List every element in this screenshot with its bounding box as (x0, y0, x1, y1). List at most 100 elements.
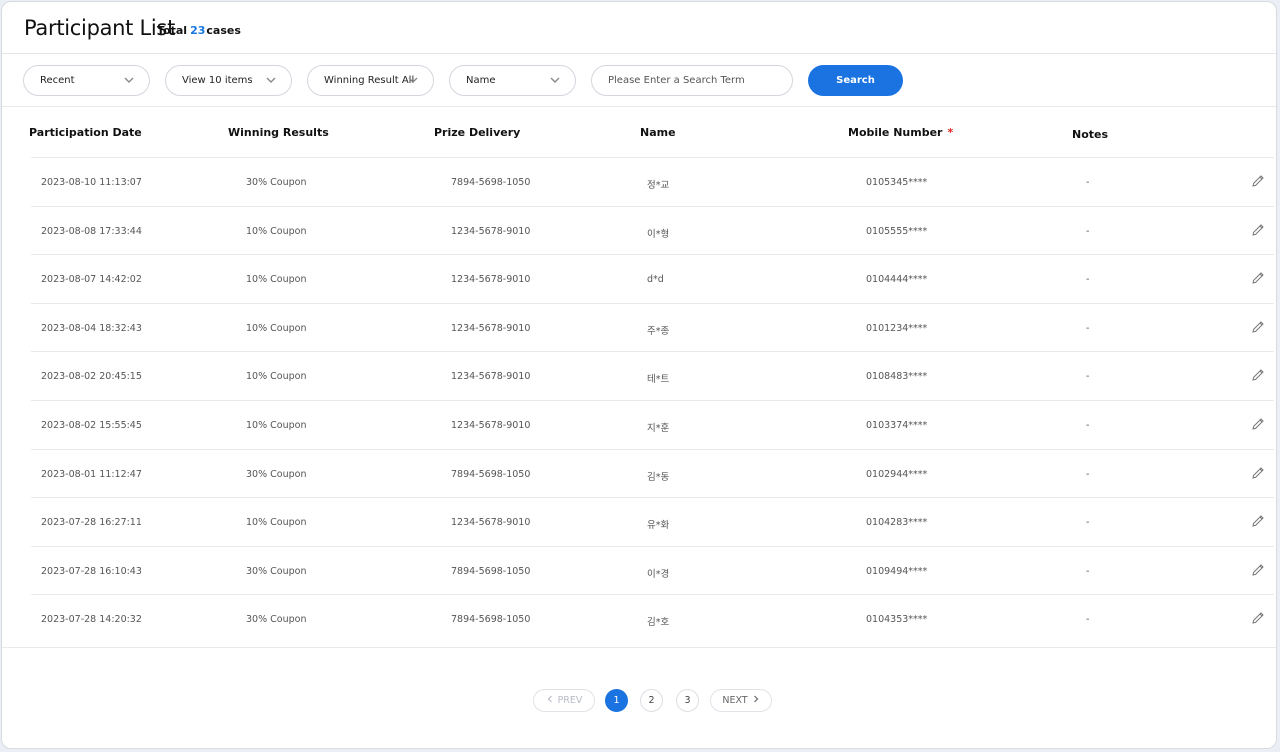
mobile-number-cell: 0104444**** (866, 274, 928, 286)
column-header-prize-delivery: Prize Delivery (434, 126, 521, 139)
prize-delivery-cell: 1234-5678-9010 (451, 274, 531, 286)
name-cell: 지*훈 (647, 423, 670, 434)
notes-cell: - (1086, 420, 1090, 431)
winning-result-dropdown[interactable]: Winning Result All (307, 65, 434, 96)
notes-cell: - (1086, 274, 1090, 286)
name-cell: 김*호 (647, 617, 670, 629)
chevron-down-icon (124, 77, 134, 83)
pencil-icon[interactable] (1250, 513, 1266, 529)
page-size-dropdown-label: View 10 items (182, 75, 253, 86)
prize-delivery-cell: 1234-5678-9010 (451, 225, 531, 237)
pencil-icon[interactable] (1250, 270, 1266, 286)
search-input[interactable] (591, 65, 793, 96)
column-header-participation-date: Participation Date (29, 126, 142, 139)
next-page-label: NEXT (722, 695, 748, 706)
pencil-icon[interactable] (1250, 222, 1266, 238)
name-cell: d*d (647, 274, 664, 286)
column-header-mobile-number: Mobile Number * (848, 126, 953, 139)
sort-dropdown[interactable]: Recent (23, 65, 150, 96)
pencil-icon[interactable] (1250, 367, 1266, 383)
prize-delivery-cell: 7894-5698-1050 (451, 177, 531, 188)
notes-cell: - (1086, 371, 1090, 383)
notes-cell: - (1086, 322, 1090, 334)
notes-cell: - (1086, 177, 1090, 188)
sort-dropdown-label: Recent (40, 75, 75, 86)
chevron-right-icon (753, 695, 758, 703)
winning-result-cell: 10% Coupon (246, 274, 307, 286)
table-row: 2023-08-01 11:12:47 30% Coupon 7894-5698-1… (31, 448, 1274, 497)
table-row: 2023-07-28 14:20:32 30% Coupon 7894-5698-1… (31, 594, 1274, 642)
search-field-dropdown-label: Name (466, 75, 496, 86)
table-bottom-divider (2, 647, 1276, 648)
table-row: 2023-08-07 14:42:02 10% Coupon 1234-5678-9… (31, 254, 1274, 302)
mobile-number-cell: 0105555**** (866, 225, 928, 237)
winning-result-cell: 10% Coupon (246, 517, 307, 529)
participation-date-cell: 2023-08-04 18:32:43 (41, 322, 142, 334)
winning-result-cell: 10% Coupon (246, 371, 307, 383)
total-prefix: Total (157, 24, 188, 37)
next-page-button[interactable]: NEXT (710, 689, 772, 712)
search-button[interactable]: Search (808, 65, 903, 96)
page-size-dropdown[interactable]: View 10 items (165, 65, 292, 96)
table-row: 2023-08-02 15:55:45 10% Coupon 1234-5678-9… (31, 400, 1274, 448)
participant-list-panel: Participant List Total 23cases Recent Vie… (1, 1, 1277, 749)
page-button-3[interactable]: 3 (676, 689, 699, 712)
participation-date-cell: 2023-07-28 16:27:11 (41, 517, 142, 529)
mobile-number-header-label: Mobile Number (848, 126, 943, 139)
prev-page-label: PREV (557, 695, 583, 706)
chevron-down-icon (408, 77, 418, 83)
chevron-down-icon (266, 77, 276, 83)
pencil-icon[interactable] (1250, 319, 1266, 335)
required-mark: * (947, 126, 954, 139)
pencil-icon[interactable] (1250, 562, 1266, 578)
participation-date-cell: 2023-08-02 15:55:45 (41, 420, 142, 431)
pencil-icon[interactable] (1250, 465, 1266, 481)
winning-result-cell: 30% Coupon (246, 177, 307, 188)
column-header-notes: Notes (1072, 128, 1109, 141)
notes-cell: - (1086, 565, 1090, 577)
winning-result-cell: 30% Coupon (246, 565, 307, 577)
winning-result-cell: 30% Coupon (246, 614, 307, 626)
winning-result-cell: 10% Coupon (246, 420, 307, 431)
mobile-number-cell: 0101234**** (866, 322, 928, 334)
page-header: Participant List Total 23cases (2, 2, 1276, 54)
participation-date-cell: 2023-08-01 11:12:47 (41, 468, 142, 480)
pencil-icon[interactable] (1250, 610, 1266, 626)
mobile-number-cell: 0103374**** (866, 420, 928, 431)
search-field-dropdown[interactable]: Name (449, 65, 576, 96)
prev-page-button[interactable]: PREV (533, 689, 595, 712)
participation-date-cell: 2023-08-02 20:45:15 (41, 371, 142, 383)
pencil-icon[interactable] (1250, 416, 1266, 432)
page-button-2[interactable]: 2 (640, 689, 663, 712)
name-cell: 정*교 (647, 180, 670, 191)
notes-cell: - (1086, 468, 1090, 480)
participation-date-cell: 2023-07-28 14:20:32 (41, 614, 142, 626)
notes-cell: - (1086, 517, 1090, 529)
participation-date-cell: 2023-08-10 11:13:07 (41, 177, 142, 188)
prize-delivery-cell: 1234-5678-9010 (451, 517, 531, 529)
winning-result-cell: 30% Coupon (246, 468, 307, 480)
page-button-1[interactable]: 1 (605, 689, 628, 712)
chevron-down-icon (550, 77, 560, 83)
participation-date-cell: 2023-08-07 14:42:02 (41, 274, 142, 286)
name-cell: 이*경 (647, 568, 670, 580)
page-title: Participant List (24, 16, 175, 40)
prize-delivery-cell: 7894-5698-1050 (451, 614, 531, 626)
mobile-number-cell: 0102944**** (866, 468, 928, 480)
mobile-number-cell: 0104283**** (866, 517, 928, 529)
table-row: 2023-07-28 16:10:43 30% Coupon 7894-5698-1… (31, 545, 1274, 594)
pencil-icon[interactable] (1250, 173, 1266, 189)
prize-delivery-cell: 1234-5678-9010 (451, 371, 531, 383)
table-row: 2023-08-10 11:13:07 30% Coupon 7894-5698-1… (31, 157, 1274, 205)
chevron-left-icon (547, 695, 552, 703)
table-row: 2023-08-08 17:33:44 10% Coupon 1234-5678-9… (31, 205, 1274, 254)
prize-delivery-cell: 7894-5698-1050 (451, 468, 531, 480)
prize-delivery-cell: 7894-5698-1050 (451, 565, 531, 577)
name-cell: 이*형 (647, 228, 670, 240)
name-cell: 주*종 (647, 325, 670, 337)
notes-cell: - (1086, 225, 1090, 237)
mobile-number-cell: 0108483**** (866, 371, 928, 383)
mobile-number-cell: 0104353**** (866, 614, 928, 626)
table-row: 2023-08-04 18:32:43 10% Coupon 1234-5678-9… (31, 302, 1274, 351)
name-cell: 김*동 (647, 471, 670, 483)
